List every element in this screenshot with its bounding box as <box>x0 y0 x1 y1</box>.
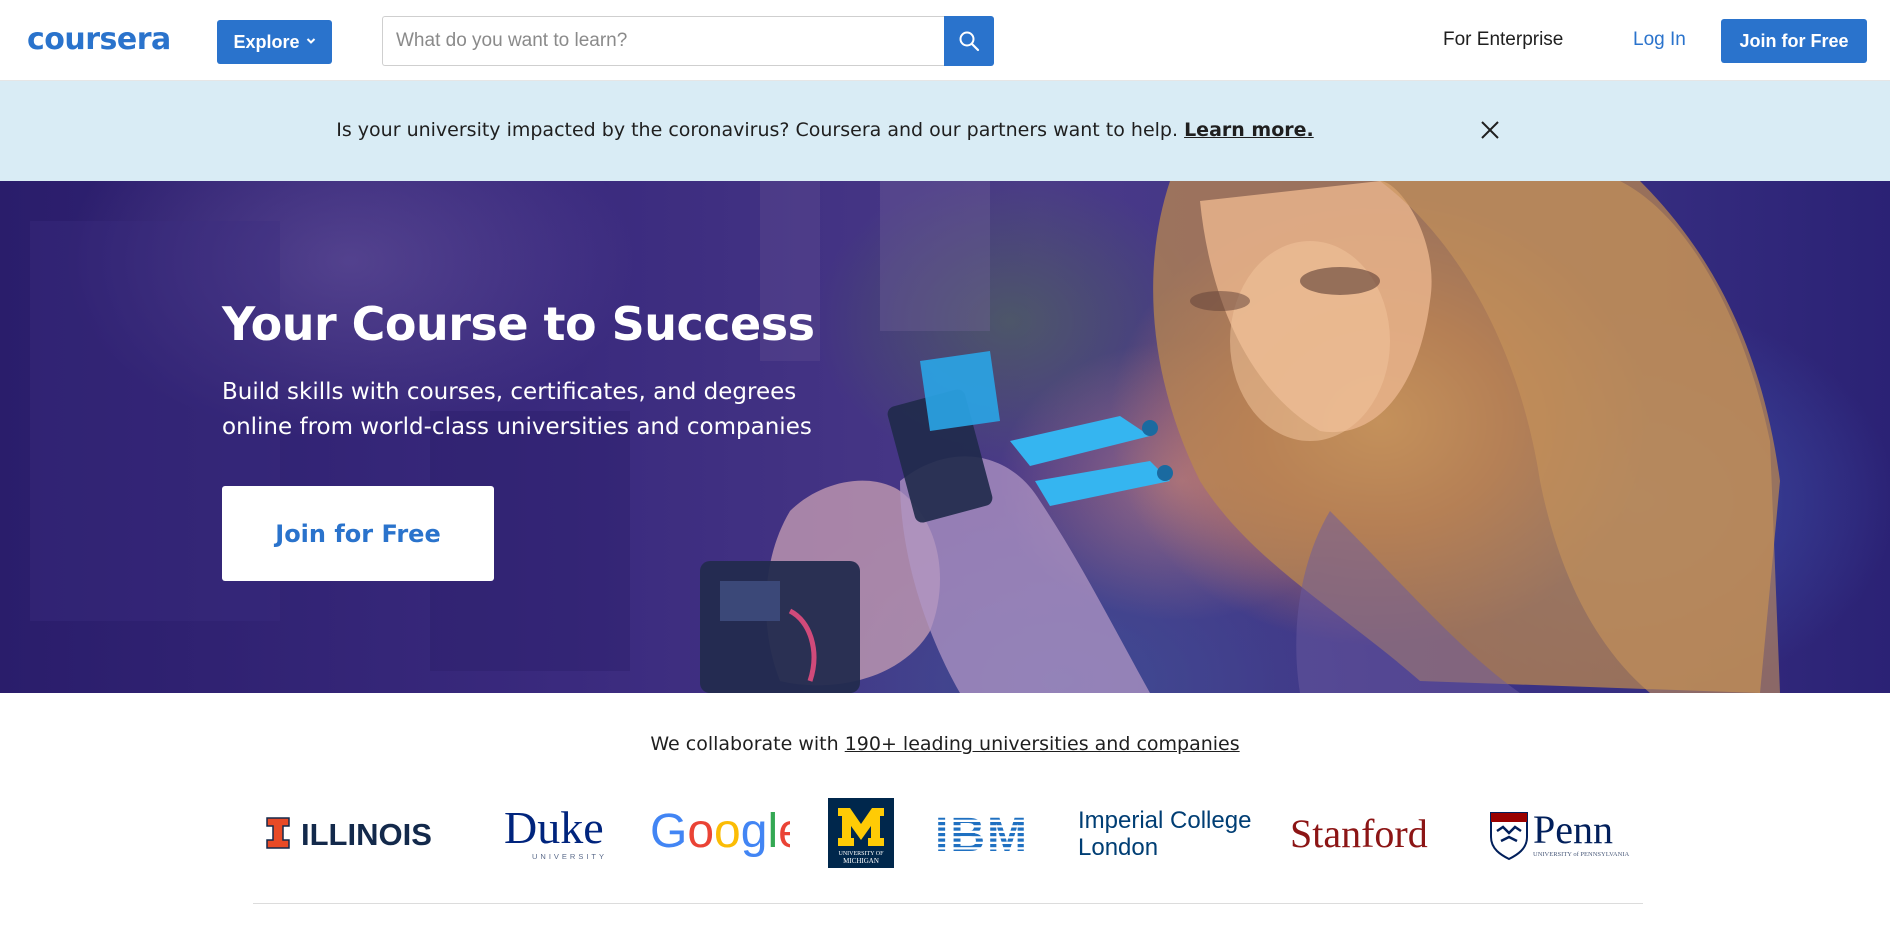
duke-logo[interactable]: Duke UNIVERSITY <box>502 795 612 870</box>
log-in-link[interactable]: Log In <box>1633 29 1686 51</box>
close-icon[interactable] <box>1478 118 1502 142</box>
michigan-block-m-icon: UNIVERSITY OF MICHIGAN <box>828 797 894 868</box>
join-for-free-button[interactable]: Join for Free <box>1721 19 1867 63</box>
top-nav-bar: coursera Explore For Enterprise Log In J… <box>0 0 1890 81</box>
hero-subtitle: Build skills with courses, certificates,… <box>222 375 862 445</box>
coursera-logo[interactable]: coursera <box>27 22 171 58</box>
explore-label: Explore <box>233 31 300 52</box>
search-button[interactable] <box>944 16 994 66</box>
stanford-wordmark-graphic: Stanford <box>1290 811 1428 856</box>
hero-title: Your Course to Success <box>222 297 815 351</box>
partners-link[interactable]: 190+ leading universities and companies <box>845 733 1240 755</box>
imperial-line-2: London <box>1078 834 1158 861</box>
partner-logos: ILLINOIS Duke UNIVERSITY Google UNIVERSI… <box>0 795 1890 870</box>
hero-join-button[interactable]: Join for Free <box>222 486 494 581</box>
duke-wordmark: Duke <box>504 803 604 853</box>
illinois-wordmark: ILLINOIS <box>301 817 432 852</box>
banner-message: Is your university impacted by the coron… <box>0 119 1890 141</box>
google-wordmark: Google <box>650 805 790 858</box>
google-logo[interactable]: Google <box>650 795 790 870</box>
imperial-line-1: Imperial College <box>1078 807 1251 834</box>
hero-section: Your Course to Success Build skills with… <box>0 181 1890 693</box>
section-divider <box>253 903 1643 904</box>
explore-button[interactable]: Explore <box>217 20 332 64</box>
stanford-wordmark: Stanford <box>1290 811 1428 856</box>
ibm-wordmark: IBM <box>935 811 1029 855</box>
search-icon <box>959 31 980 52</box>
google-wordmark-graphic: Google <box>650 805 790 858</box>
imperial-wordmark-graphic: Imperial College London <box>1078 807 1251 861</box>
coronavirus-banner: Is your university impacted by the coron… <box>0 81 1890 181</box>
search-input[interactable] <box>382 16 944 66</box>
penn-logo[interactable]: Penn UNIVERSITY of PENNSYLVANIA <box>1489 795 1634 870</box>
search-bar <box>382 16 994 66</box>
hero-subtitle-line-1: Build skills with courses, certificates,… <box>222 379 797 405</box>
michigan-logo[interactable]: UNIVERSITY OF MICHIGAN <box>828 795 894 870</box>
partners-intro: We collaborate with 190+ leading univers… <box>0 733 1890 755</box>
imperial-college-logo[interactable]: Imperial College London <box>1076 795 1256 870</box>
chevron-down-icon <box>306 38 315 44</box>
banner-text: Is your university impacted by the coron… <box>336 119 1179 141</box>
for-enterprise-link[interactable]: For Enterprise <box>1443 29 1563 51</box>
penn-wordmark-graphic: Penn UNIVERSITY of PENNSYLVANIA <box>1490 807 1629 860</box>
penn-wordmark: Penn <box>1533 807 1613 852</box>
banner-learn-more-link[interactable]: Learn more. <box>1184 119 1314 141</box>
partners-intro-text: We collaborate with <box>650 733 839 755</box>
stanford-logo[interactable]: Stanford <box>1288 795 1452 870</box>
ibm-logo[interactable]: IBM <box>935 795 1037 870</box>
illinois-logo[interactable]: ILLINOIS <box>265 795 463 870</box>
duke-wordmark-graphic: Duke UNIVERSITY <box>504 803 607 861</box>
michigan-subtitle-2: MICHIGAN <box>843 857 879 865</box>
illinois-block-i-icon: ILLINOIS <box>266 817 432 852</box>
duke-subtitle: UNIVERSITY <box>532 852 607 861</box>
ibm-wordmark-graphic: IBM <box>935 811 1029 855</box>
penn-subtitle: UNIVERSITY of PENNSYLVANIA <box>1533 851 1629 858</box>
hero-subtitle-line-2: online from world-class universities and… <box>222 414 812 440</box>
